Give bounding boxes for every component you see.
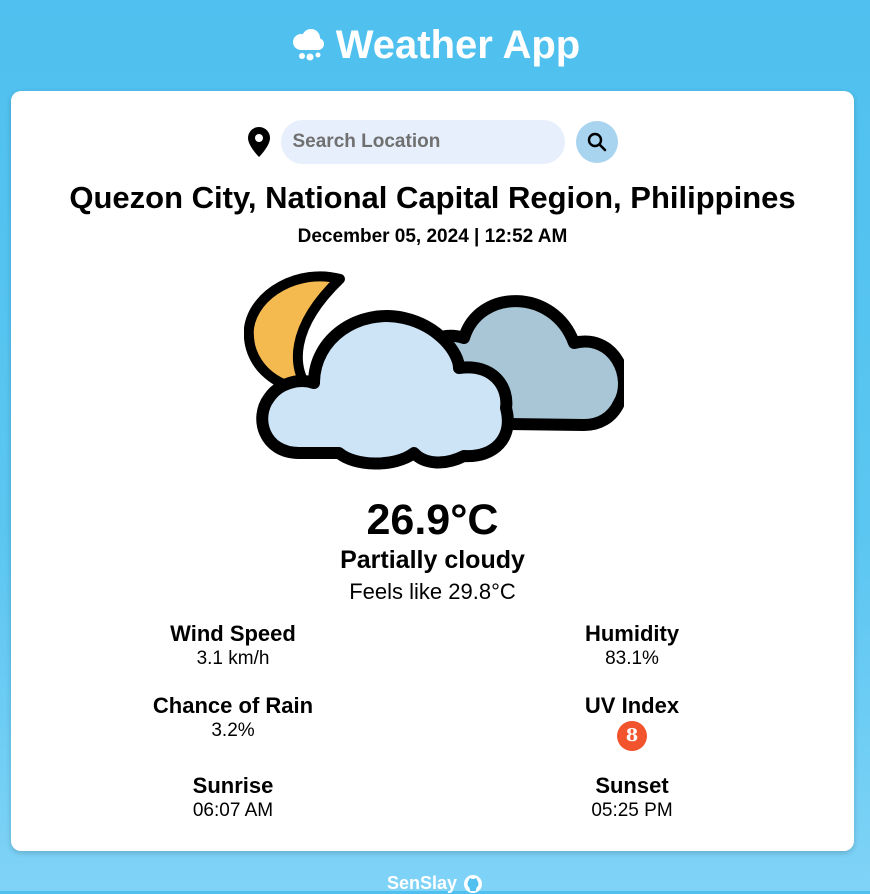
stat-label: Humidity [584, 621, 680, 646]
location-name: Quezon City, National Capital Region, Ph… [69, 180, 796, 215]
stat-value: 05:25 PM [591, 800, 673, 821]
search-icon [587, 132, 606, 152]
map-pin-icon [247, 127, 270, 157]
stat-label: Sunrise [192, 773, 274, 798]
stat-label: Chance of Rain [152, 693, 314, 718]
stat-label: UV Index [584, 693, 680, 718]
feels-like: Feels like 29.8°C [349, 579, 516, 604]
weather-card: Quezon City, National Capital Region, Ph… [11, 91, 854, 851]
partly-cloudy-night-icon [244, 271, 624, 470]
chance-of-rain-stat: Chance of Rain 3.2% [123, 693, 343, 743]
stat-label: Wind Speed [170, 621, 296, 646]
app-header: Weather App [0, 0, 870, 90]
search-bar [11, 119, 854, 165]
sunset-stat: Sunset 05:25 PM [522, 773, 742, 823]
sunrise-stat: Sunrise 06:07 AM [123, 773, 343, 823]
search-input[interactable] [280, 120, 565, 164]
wind-speed-stat: Wind Speed 3.1 km/h [123, 621, 343, 671]
cloud-hail-icon [292, 29, 324, 61]
condition: Partially cloudy [340, 546, 525, 574]
stat-value: 3.2% [211, 720, 255, 741]
uv-index-stat: UV Index 8 [522, 693, 742, 751]
uv-index-badge: 8 [617, 721, 647, 751]
stat-value: 83.1% [605, 648, 659, 669]
stat-label: Sunset [595, 773, 669, 798]
temperature: 26.9°C [366, 496, 499, 544]
date-time: December 05, 2024 | 12:52 AM [297, 226, 568, 247]
humidity-stat: Humidity 83.1% [522, 621, 742, 671]
app-title: Weather App [335, 22, 581, 67]
search-button[interactable] [575, 121, 618, 163]
stat-value: 3.1 km/h [196, 648, 270, 669]
stat-value: 06:07 AM [192, 800, 274, 821]
